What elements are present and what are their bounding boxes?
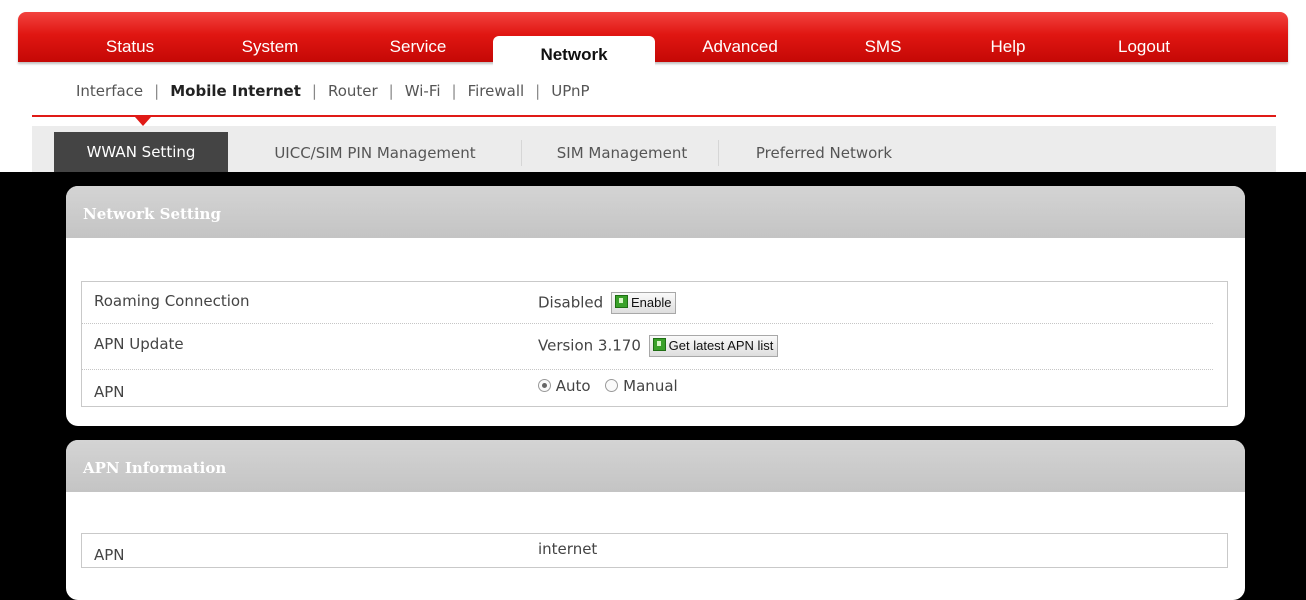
- apn-update-row: APN Update Version 3.170 Get latest APN …: [82, 324, 1213, 370]
- roaming-label: Roaming Connection: [94, 292, 250, 310]
- tab-sim-management[interactable]: SIM Management: [528, 134, 716, 172]
- panel-title: APN Information: [66, 440, 1245, 492]
- apn-label: APN: [94, 383, 125, 401]
- apn-update-value-group: Version 3.170 Get latest APN list: [538, 335, 779, 357]
- menu-network[interactable]: Network: [493, 36, 655, 72]
- main-menu-bar: Status System Service Network Advanced S…: [18, 12, 1288, 72]
- roaming-value-group: Disabled Enable: [538, 292, 677, 314]
- tab-preferred-network[interactable]: Preferred Network: [726, 134, 922, 172]
- tab-wwan-setting[interactable]: WWAN Setting: [54, 132, 228, 172]
- apn-version: Version 3.170: [538, 336, 641, 355]
- roaming-row: Roaming Connection Disabled Enable: [82, 282, 1213, 324]
- apn-information-table: APN internet: [81, 533, 1228, 568]
- subnav-upnp[interactable]: UPnP: [551, 82, 589, 100]
- roaming-status: Disabled: [538, 293, 604, 312]
- menu-help[interactable]: Help: [978, 36, 1038, 60]
- enable-button-label: Enable: [630, 295, 672, 310]
- apn-manual-label[interactable]: Manual: [623, 377, 678, 395]
- menu-service[interactable]: Service: [370, 36, 466, 60]
- enable-roaming-button[interactable]: Enable: [610, 292, 677, 314]
- active-caret-icon: [135, 117, 151, 126]
- tab-divider: [521, 140, 522, 166]
- apn-info-label: APN: [94, 546, 125, 564]
- apn-info-value: internet: [538, 540, 598, 558]
- apn-update-label: APN Update: [94, 335, 184, 353]
- tab-uicc-sim-pin-management[interactable]: UICC/SIM PIN Management: [236, 134, 514, 172]
- network-setting-panel: Network Setting Roaming Connection Disab…: [66, 186, 1245, 426]
- get-latest-apn-label: Get latest APN list: [668, 338, 774, 353]
- apn-auto-label[interactable]: Auto: [556, 377, 591, 395]
- apn-mode-row: APN Auto Manual: [82, 370, 1213, 406]
- subnav-separator: |: [311, 82, 317, 100]
- subnav-router[interactable]: Router: [328, 82, 378, 100]
- network-setting-table: Roaming Connection Disabled Enable APN U…: [81, 281, 1228, 407]
- subnav-mobile-internet[interactable]: Mobile Internet: [170, 82, 301, 100]
- subnav-separator: |: [451, 82, 457, 100]
- panel-title: Network Setting: [66, 186, 1245, 238]
- header-area: Status System Service Network Advanced S…: [0, 0, 1306, 172]
- tab-bar: WWAN Setting UICC/SIM PIN Management SIM…: [32, 126, 1276, 172]
- apn-info-row: APN internet: [82, 534, 1213, 567]
- menu-logout[interactable]: Logout: [1103, 36, 1185, 60]
- subnav-firewall[interactable]: Firewall: [468, 82, 525, 100]
- apn-mode-group: Auto Manual: [538, 377, 678, 395]
- sub-navigation: Interface | Mobile Internet | Router | Wi-Fi | F…: [76, 78, 590, 104]
- play-icon: [652, 338, 666, 351]
- divider-line: [32, 115, 1276, 117]
- apn-auto-radio[interactable]: [538, 379, 551, 392]
- subnav-separator: |: [535, 82, 541, 100]
- apn-information-panel: APN Information APN internet: [66, 440, 1245, 600]
- subnav-separator: |: [388, 82, 394, 100]
- subnav-separator: |: [154, 82, 160, 100]
- menu-status[interactable]: Status: [80, 36, 180, 60]
- play-icon: [614, 295, 628, 308]
- tab-divider: [718, 140, 719, 166]
- menu-system[interactable]: System: [224, 36, 316, 60]
- menu-sms[interactable]: SMS: [851, 36, 915, 60]
- menu-advanced[interactable]: Advanced: [688, 36, 792, 60]
- get-latest-apn-list-button[interactable]: Get latest APN list: [648, 335, 779, 357]
- subnav-interface[interactable]: Interface: [76, 82, 143, 100]
- apn-manual-radio[interactable]: [605, 379, 619, 392]
- subnav-wifi[interactable]: Wi-Fi: [405, 82, 441, 100]
